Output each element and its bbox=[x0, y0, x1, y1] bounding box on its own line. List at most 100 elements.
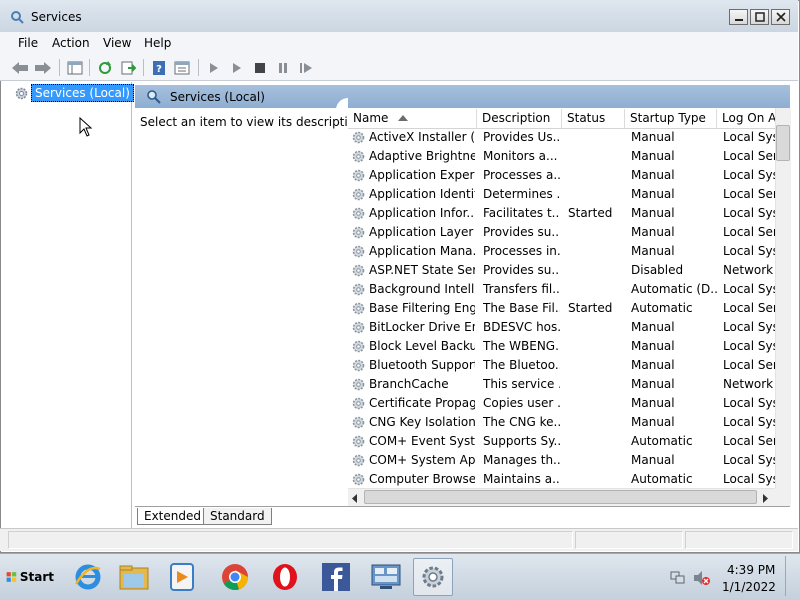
table-row[interactable]: Application Infor... Facilitates t... Star… bbox=[348, 204, 775, 223]
menu-view[interactable]: View bbox=[103, 36, 131, 50]
table-row[interactable]: Block Level Backu... The WBENG... Manual Lo… bbox=[348, 337, 775, 356]
service-log-on-as: Local Syst bbox=[723, 282, 775, 296]
taskbar-internet-explorer[interactable] bbox=[68, 558, 108, 596]
facebook-icon bbox=[322, 563, 350, 591]
service-log-on-as: Local Syst bbox=[723, 244, 775, 258]
menu-help[interactable]: Help bbox=[144, 36, 171, 50]
title-bar[interactable] bbox=[0, 0, 798, 32]
service-gear-icon bbox=[351, 472, 366, 487]
column-header-status[interactable]: Status bbox=[562, 109, 625, 128]
service-name: Block Level Backu... bbox=[369, 339, 475, 353]
start-service-alt-button[interactable] bbox=[227, 58, 247, 77]
start-button[interactable]: Start bbox=[2, 560, 54, 594]
service-description: The Bluetoo... bbox=[483, 358, 560, 372]
back-button[interactable] bbox=[10, 58, 30, 77]
forward-button[interactable] bbox=[33, 58, 53, 77]
service-description: Supports Sy... bbox=[483, 434, 560, 448]
properties-icon bbox=[174, 61, 190, 74]
table-row[interactable]: Bluetooth Support... The Bluetoo... Manual… bbox=[348, 356, 775, 375]
export-list-icon bbox=[121, 61, 136, 74]
menu-file[interactable]: File bbox=[18, 36, 38, 50]
network-icon[interactable] bbox=[670, 571, 686, 588]
tab-standard[interactable]: Standard bbox=[203, 508, 272, 525]
console-tree-icon bbox=[67, 61, 83, 74]
taskbar-control-panel[interactable] bbox=[366, 558, 406, 596]
table-row[interactable]: ASP.NET State Ser... Provides su... Disabl… bbox=[348, 261, 775, 280]
play-icon bbox=[233, 62, 241, 73]
service-status bbox=[568, 337, 623, 356]
service-description: Processes a... bbox=[483, 168, 560, 182]
stop-service-button[interactable] bbox=[250, 58, 270, 77]
volume-muted-icon[interactable] bbox=[693, 570, 711, 589]
properties-button[interactable] bbox=[172, 58, 192, 77]
table-row[interactable]: BranchCache This service ... Manual Network… bbox=[348, 375, 775, 394]
column-header-startup-type[interactable]: Startup Type bbox=[625, 109, 717, 128]
scroll-right-arrow-icon[interactable] bbox=[762, 492, 769, 506]
close-icon bbox=[775, 12, 786, 22]
back-arrow-icon bbox=[12, 61, 28, 74]
maximize-button[interactable] bbox=[750, 9, 769, 25]
menu-action[interactable]: Action bbox=[52, 36, 90, 50]
service-name: Bluetooth Support... bbox=[369, 358, 475, 372]
service-gear-icon bbox=[351, 206, 366, 221]
taskbar-opera[interactable] bbox=[265, 558, 305, 596]
vertical-scrollbar[interactable] bbox=[775, 108, 791, 489]
table-row[interactable]: BitLocker Drive En... BDESVC hos... Manual… bbox=[348, 318, 775, 337]
minimize-button[interactable] bbox=[729, 9, 748, 25]
restart-service-button[interactable] bbox=[296, 58, 316, 77]
tab-extended[interactable]: Extended bbox=[137, 508, 208, 525]
pause-service-button[interactable] bbox=[273, 58, 293, 77]
service-name: Base Filtering Engi... bbox=[369, 301, 475, 315]
service-name: Adaptive Brightness bbox=[369, 149, 475, 163]
description-pane bbox=[135, 108, 348, 506]
table-row[interactable]: Background Intelli... Transfers fil... Aut… bbox=[348, 280, 775, 299]
help-button[interactable]: ? bbox=[149, 58, 169, 77]
table-row[interactable]: ActiveX Installer (... Provides Us... Manu… bbox=[348, 128, 775, 147]
table-row[interactable]: Application Mana... Processes in... Manual… bbox=[348, 242, 775, 261]
service-gear-icon bbox=[351, 358, 366, 373]
start-service-button[interactable] bbox=[204, 58, 224, 77]
clock-date[interactable]: 1/1/2022 bbox=[722, 580, 776, 594]
refresh-button[interactable] bbox=[95, 58, 115, 77]
export-list-button[interactable] bbox=[118, 58, 138, 77]
windows-logo-icon bbox=[6, 572, 17, 582]
horizontal-scrollbar-thumb[interactable] bbox=[364, 490, 757, 504]
column-header-name[interactable]: Name bbox=[348, 109, 477, 128]
table-row[interactable]: Adaptive Brightness Monitors a... Manual Lo… bbox=[348, 147, 775, 166]
table-row[interactable]: Computer Browser Maintains a... Automatic L… bbox=[348, 470, 775, 489]
service-name: Application Identity bbox=[369, 187, 475, 201]
clock-time[interactable]: 4:39 PM bbox=[727, 563, 775, 577]
column-header-description[interactable]: Description bbox=[477, 109, 562, 128]
table-row[interactable]: COM+ System Ap... Manages th... Manual Loca… bbox=[348, 451, 775, 470]
taskbar-services[interactable] bbox=[413, 558, 453, 596]
show-desktop-button[interactable] bbox=[785, 556, 798, 596]
service-name: CNG Key Isolation bbox=[369, 415, 475, 429]
scroll-left-arrow-icon[interactable] bbox=[351, 492, 358, 506]
taskbar-chrome[interactable] bbox=[215, 558, 255, 596]
table-row[interactable]: Base Filtering Engi... The Base Fil... Sta… bbox=[348, 299, 775, 318]
table-row[interactable]: Application Identity Determines ... Manual… bbox=[348, 185, 775, 204]
table-row[interactable]: Application Experi... Processes a... Manua… bbox=[348, 166, 775, 185]
taskbar-file-explorer[interactable] bbox=[114, 558, 154, 596]
maximize-icon bbox=[754, 12, 765, 22]
service-description: The WBENG... bbox=[483, 339, 560, 353]
close-button[interactable] bbox=[771, 9, 790, 25]
service-gear-icon bbox=[351, 434, 366, 449]
table-row[interactable]: Certificate Propag... Copies user ... Manu… bbox=[348, 394, 775, 413]
service-log-on-as: Local Syst bbox=[723, 453, 775, 467]
service-gear-icon bbox=[351, 149, 366, 164]
vertical-scrollbar-thumb[interactable] bbox=[776, 125, 790, 161]
table-row[interactable]: CNG Key Isolation The CNG ke... Manual Loca… bbox=[348, 413, 775, 432]
table-row[interactable]: COM+ Event Syst... Supports Sy... Automati… bbox=[348, 432, 775, 451]
description-text: Select an item to view its description. bbox=[140, 115, 367, 129]
show-hide-console-tree-button[interactable] bbox=[65, 58, 85, 77]
service-log-on-as: Local Serv bbox=[723, 301, 775, 315]
taskbar-facebook[interactable] bbox=[316, 558, 356, 596]
service-status bbox=[568, 451, 623, 470]
column-header-log-on-as[interactable]: Log On A bbox=[717, 109, 775, 128]
tree-item-services-local[interactable]: Services (Local) bbox=[31, 84, 134, 102]
table-row[interactable]: Application Layer ... Provides su... Manua… bbox=[348, 223, 775, 242]
service-description: Provides Us... bbox=[483, 130, 560, 144]
taskbar-media-player[interactable] bbox=[162, 558, 202, 596]
services-gear-icon bbox=[10, 10, 24, 24]
